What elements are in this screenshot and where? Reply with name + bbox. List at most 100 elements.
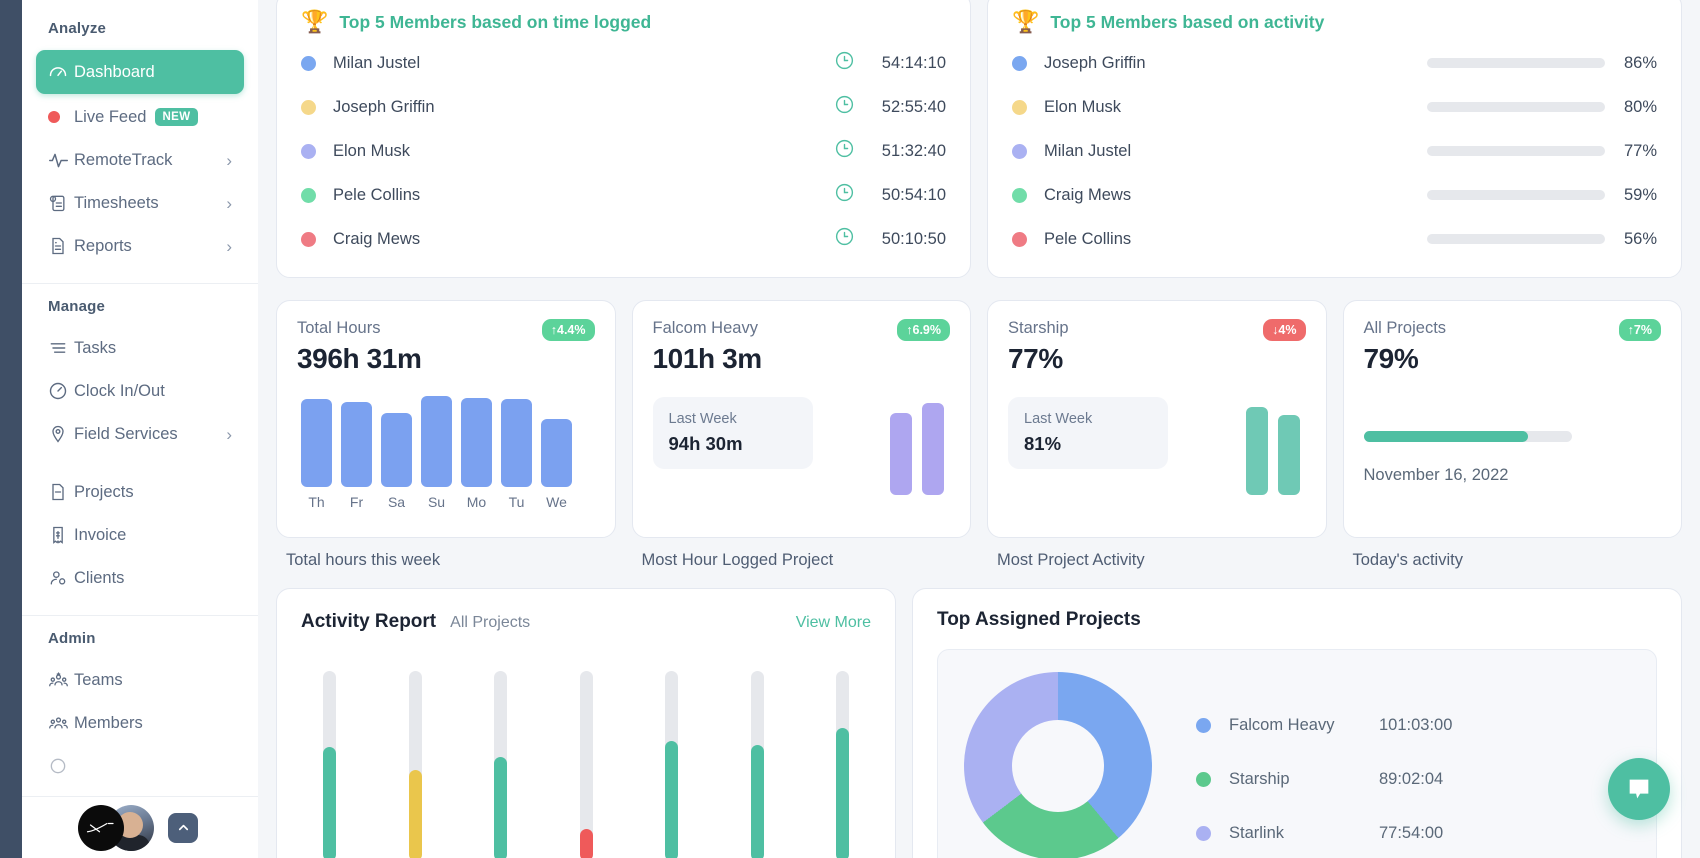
stat-card-total-hours[interactable]: Total Hours ↑4.4% 396h 31m Th Fr Sa Su M…	[276, 300, 616, 538]
sidebar-item-remotetrack[interactable]: RemoteTrack ›	[36, 140, 244, 180]
sidebar-item-label: Timesheets	[74, 193, 159, 212]
table-row[interactable]: Joseph Griffin 86%	[1012, 41, 1657, 85]
activity-report-card: Activity Report All Projects View More	[276, 588, 896, 858]
sidebar-item-projects[interactable]: Projects	[36, 472, 244, 512]
member-color-dot	[301, 231, 316, 247]
stat-caption: Most Hour Logged Project	[641, 551, 834, 569]
chart-bar	[665, 671, 678, 858]
stat-total-hours-wrap: Total Hours ↑4.4% 396h 31m Th Fr Sa Su M…	[276, 300, 616, 570]
table-row[interactable]: Pele Collins 50:54:10	[301, 173, 946, 217]
list-item[interactable]: Starlink 77:54:00	[1196, 806, 1630, 858]
table-row[interactable]: Elon Musk 51:32:40	[301, 129, 946, 173]
sidebar-item-reports[interactable]: Reports ›	[36, 226, 244, 266]
member-name: Craig Mews	[333, 229, 421, 248]
stat-card-all-projects[interactable]: All Projects ↑7% 79% November 16, 2022	[1342, 300, 1682, 538]
member-name: Joseph Griffin	[333, 97, 435, 116]
sidebar-item-clock-in-out[interactable]: Clock In/Out	[36, 371, 244, 411]
new-badge: NEW	[155, 108, 198, 126]
stat-card-starship[interactable]: Starship ↓4% 77% Last Week 81%	[987, 300, 1327, 538]
chart-bar	[750, 671, 764, 858]
table-row[interactable]: Elon Musk 80%	[1012, 85, 1657, 129]
chevron-right-icon: ›	[226, 150, 232, 170]
axis-tick: Mo	[466, 494, 487, 510]
mini-bar-chart	[1245, 407, 1300, 495]
top-assigned-projects-card: Top Assigned Projects Falcom Heavy 101:0…	[912, 588, 1682, 858]
clients-icon	[48, 568, 74, 588]
mini-bar-chart	[890, 403, 944, 495]
stat-caption: Most Project Activity	[997, 551, 1145, 569]
weekday-labels: Th Fr Sa Su Mo Tu We	[297, 494, 595, 510]
stat-card-falcom-heavy[interactable]: Falcom Heavy ↑6.9% 101h 3m Last Week 94h…	[631, 300, 971, 538]
last-week-box: Last Week 81%	[1008, 397, 1168, 469]
activity-bar	[1427, 58, 1605, 68]
activity-percent: 80%	[1623, 97, 1657, 116]
legend-color-dot	[1196, 825, 1211, 841]
list-item[interactable]: Starship 89:02:04	[1196, 752, 1630, 806]
table-row[interactable]: Milan Justel 77%	[1012, 129, 1657, 173]
stat-label: Falcom Heavy	[652, 319, 758, 337]
chevron-up-icon	[178, 824, 188, 831]
collapse-up-button[interactable]	[168, 812, 198, 843]
view-more-link[interactable]: View More	[796, 614, 871, 632]
chat-fab-button[interactable]	[1608, 758, 1670, 820]
left-rail	[0, 0, 22, 858]
main-content: 🏆 Top 5 Members based on time logged Mil…	[258, 0, 1700, 858]
sidebar-item-dashboard[interactable]: Dashboard	[36, 50, 244, 94]
card-header: 🏆 Top 5 Members based on activity	[1012, 11, 1657, 33]
chart-bar	[323, 671, 336, 858]
list-item[interactable]: Falcom Heavy 101:03:00	[1196, 698, 1630, 752]
sidebar-item-teams[interactable]: Teams	[36, 660, 244, 700]
axis-tick: Sa	[387, 494, 406, 510]
chevron-right-icon: ›	[226, 424, 232, 444]
member-color-dot	[1012, 143, 1027, 159]
sidebar-item-label: Members	[74, 713, 143, 732]
stat-cards-row: Total Hours ↑4.4% 396h 31m Th Fr Sa Su M…	[276, 300, 1682, 570]
donut-legend: Falcom Heavy 101:03:00 Starship 89:02:04…	[1196, 672, 1630, 858]
member-color-dot	[301, 55, 316, 71]
member-color-dot	[1012, 231, 1027, 247]
last-week-value: 94h 30m	[668, 433, 743, 454]
sidebar-item-timesheets[interactable]: Timesheets ›	[36, 183, 244, 223]
trophy-icon: 🏆	[1012, 9, 1040, 34]
sidebar-item-clients[interactable]: Clients	[36, 558, 244, 598]
member-color-dot	[301, 99, 316, 115]
sidebar-item-partial[interactable]	[36, 746, 244, 786]
sidebar-item-label: Projects	[74, 482, 134, 501]
sidebar-item-invoice[interactable]: Invoice	[36, 515, 244, 555]
chart-bar	[494, 671, 507, 858]
members-icon	[48, 713, 74, 734]
sidebar-footer	[22, 796, 258, 858]
donut-chart	[964, 672, 1152, 858]
legend-label: Falcom Heavy	[1229, 715, 1335, 734]
pulse-icon	[48, 150, 74, 171]
sidebar-item-members[interactable]: Members	[36, 703, 244, 743]
sidebar-item-field-services[interactable]: Field Services ›	[36, 414, 244, 454]
sidebar-item-live-feed[interactable]: Live Feed NEW	[36, 97, 244, 137]
legend-label: Starship	[1229, 769, 1290, 788]
top-members-activity-card: 🏆 Top 5 Members based on activity Joseph…	[987, 0, 1682, 278]
sidebar-item-tasks[interactable]: Tasks	[36, 328, 244, 368]
card-header: Activity Report All Projects View More	[301, 611, 871, 633]
table-row[interactable]: Craig Mews 50:10:50	[301, 217, 946, 261]
sidebar: Analyze Dashboard Live Feed NEW RemoteTr…	[22, 0, 258, 858]
table-row[interactable]: Craig Mews 59%	[1012, 173, 1657, 217]
axis-tick: Tu	[508, 494, 525, 510]
last-week-box: Last Week 94h 30m	[652, 397, 813, 469]
table-row[interactable]: Milan Justel 54:14:10	[301, 41, 946, 85]
member-name: Milan Justel	[1044, 141, 1132, 160]
bottom-row: Activity Report All Projects View More T…	[276, 588, 1682, 858]
sidebar-item-label: Tasks	[74, 338, 117, 357]
sidebar-item-label: Field Services	[74, 424, 178, 443]
sidebar-item-label: Clock In/Out	[74, 381, 165, 400]
sidebar-item-label: Teams	[74, 670, 123, 689]
sidebar-scroll[interactable]: Analyze Dashboard Live Feed NEW RemoteTr…	[22, 0, 258, 803]
legend-value: 89:02:04	[1379, 769, 1444, 788]
invoice-icon	[48, 525, 74, 545]
red-dot-icon	[48, 111, 74, 123]
member-color-dot	[1012, 187, 1027, 203]
activity-bar	[1427, 146, 1605, 156]
table-row[interactable]: Joseph Griffin 52:55:40	[301, 85, 946, 129]
stat-label: Total Hours	[297, 319, 381, 337]
table-row[interactable]: Pele Collins 56%	[1012, 217, 1657, 261]
avatar-spacex[interactable]	[78, 804, 124, 851]
